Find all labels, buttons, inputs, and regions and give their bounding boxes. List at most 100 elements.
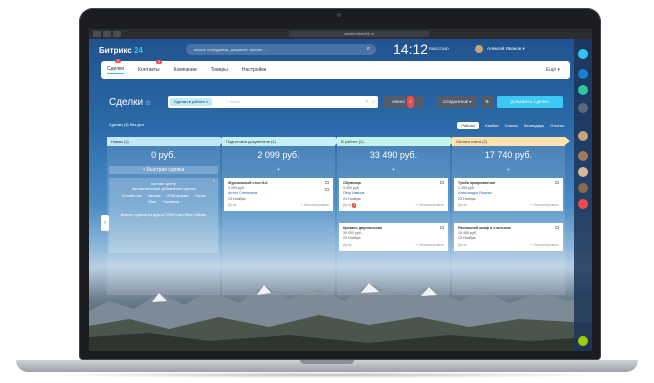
notifications-icon[interactable] <box>578 69 588 79</box>
column-header[interactable]: Подготовка документов (1) <box>222 137 340 146</box>
add-deal-column-button[interactable]: + <box>224 166 333 174</box>
created-button[interactable]: СОЗДАННЫЕ ▾ <box>437 96 477 108</box>
deal-card[interactable]: Журнальный стол №2 2 099 руб. Антон Слеп… <box>224 178 333 212</box>
add-deal-column-button[interactable]: + <box>454 166 563 174</box>
deal-footer: Дела + Запланировать <box>458 203 559 208</box>
clear-icon[interactable]: × <box>365 96 368 108</box>
deal-card[interactable]: Обувница 3 490 руб. Петр Иванов 23 Ноябр… <box>339 178 448 212</box>
phone-icon[interactable] <box>440 226 444 229</box>
menu-button[interactable]: МЕНЮ 2 <box>383 96 423 108</box>
deal-date: 23 Ноября <box>228 196 246 201</box>
column-header[interactable]: Новая (1) <box>107 137 225 146</box>
laptop-scene: vanillo.bitrix24.ru Битрикс 24 искать со… <box>0 0 654 383</box>
clock-time: 14:12 <box>393 41 429 57</box>
plan-link[interactable]: + Запланировать <box>530 203 559 208</box>
view-calendar[interactable]: Календарь <box>524 123 544 128</box>
deal-card[interactable]: Тумба прикроватная 2 260 руб. Александра… <box>454 178 563 212</box>
import-link[interactable]: Импорт сделок из других CRM или Office-т… <box>115 213 212 218</box>
quick-deal-button[interactable]: + Быстрая сделка <box>109 166 218 174</box>
menu-button-badge: 2 <box>407 96 414 108</box>
tab-deals-label: Сделки <box>107 66 125 72</box>
tab-contacts-badge: 3 <box>156 60 162 64</box>
phone-icon[interactable] <box>325 181 329 184</box>
tab-contacts[interactable]: Контакты 3 <box>138 60 162 73</box>
page-title: Сделки <box>109 97 144 108</box>
help-icon[interactable] <box>578 49 588 59</box>
plan-link[interactable]: + Запланировать <box>415 203 444 208</box>
more-menu[interactable]: Ещё ▾ <box>546 67 560 73</box>
view-kanban[interactable]: Канбан <box>485 123 498 128</box>
contact-avatar-icon[interactable] <box>578 131 588 141</box>
contact-avatar-icon[interactable] <box>578 199 588 209</box>
avatar <box>475 45 483 53</box>
deal-activities[interactable]: Дела <box>458 203 466 208</box>
top-bar: Битрикс 24 искать сотрудника, документ, … <box>89 39 574 61</box>
forward-button[interactable] <box>103 31 111 37</box>
search-panel-icon[interactable] <box>578 103 588 113</box>
contact-avatar-icon[interactable] <box>578 151 588 161</box>
view-list[interactable]: Список <box>505 123 518 128</box>
deal-date: 23 Ноября <box>343 236 361 241</box>
phone-icon[interactable] <box>555 181 559 184</box>
kanban-column: Новая (1) 0 руб. + Быстрая сделка × Конт… <box>107 137 225 295</box>
menu-button-label: МЕНЮ <box>392 99 406 104</box>
close-icon[interactable]: × <box>213 179 215 184</box>
back-button[interactable] <box>93 31 101 37</box>
view-works[interactable]: Работы <box>457 122 480 129</box>
activity-badge: 1 <box>352 202 357 209</box>
deal-activities[interactable]: Дела <box>343 243 351 248</box>
column-header[interactable]: В работе (2) <box>337 137 455 146</box>
sidebar-button[interactable] <box>113 31 121 37</box>
phone-icon[interactable] <box>578 336 588 346</box>
kanban-column: Подготовка документов (1) 2 099 руб. + Ж… <box>222 137 340 295</box>
chat-icon[interactable] <box>578 85 588 95</box>
filter-tag[interactable]: Сделки в работе × <box>170 98 213 106</box>
tab-deals-badge: 2 <box>115 59 121 63</box>
contact-avatar-icon[interactable] <box>578 167 588 177</box>
tab-settings[interactable]: Настройки <box>242 67 267 73</box>
phone-icon[interactable] <box>555 226 559 229</box>
laptop-notch <box>300 360 354 364</box>
search-icon[interactable]: ⌕ <box>372 96 375 108</box>
kanban-column: Оплата счета (2) 17 740 руб. + Тумба при… <box>452 137 570 295</box>
contact-center-promo: × Контакт-центр Автоматическое добавлени… <box>109 178 218 253</box>
deal-card[interactable]: Кровать двуспальная 30 000 руб. 23 Ноябр… <box>339 223 448 251</box>
deal-card[interactable]: Распашной шкаф в стильном 15 480 руб. 23… <box>454 223 563 251</box>
user-menu[interactable]: Алексей Иванов ▾ <box>475 45 525 53</box>
deal-activities[interactable]: Дела <box>228 203 236 208</box>
deal-activities[interactable]: Дела 1 <box>343 202 357 209</box>
plan-link[interactable]: + Запланировать <box>300 203 329 208</box>
filter-search[interactable]: Сделки в работе × + поиск × ⌕ <box>168 96 378 108</box>
app-logo[interactable]: Битрикс 24 <box>99 46 159 55</box>
channel-facebook[interactable]: Facebook <box>163 200 180 205</box>
deal-footer: Дела 1 + Запланировать <box>343 202 444 209</box>
view-reports[interactable]: Отчеты <box>550 123 564 128</box>
tab-deals[interactable]: Сделки 2 <box>107 59 125 74</box>
deals-counter[interactable]: Сделки (3) без дел <box>109 122 144 127</box>
star-icon[interactable]: ☆ <box>145 99 151 107</box>
search-input[interactable]: искать сотрудника, документ, прочее... ⌕ <box>186 44 376 55</box>
add-deal-column-button[interactable]: + <box>339 166 448 174</box>
laptop-shadow <box>40 372 614 378</box>
phone-icon[interactable] <box>440 181 444 184</box>
tab-companies[interactable]: Компании <box>174 67 197 73</box>
deal-footer: Дела + Запланировать <box>458 243 559 248</box>
add-deal-button[interactable]: ДОБАВИТЬ СДЕЛКУ <box>497 96 563 108</box>
mail-icon[interactable] <box>325 188 329 191</box>
channel-chat[interactable]: Онлайн-чат <box>121 194 142 199</box>
camera <box>337 13 341 17</box>
url-bar[interactable]: vanillo.bitrix24.ru <box>289 31 429 37</box>
work-status[interactable]: РАБОТАЮ <box>429 46 449 51</box>
plan-link[interactable]: + Запланировать <box>530 243 559 248</box>
deal-activities[interactable]: Дела <box>458 243 466 248</box>
screen: vanillo.bitrix24.ru Битрикс 24 искать со… <box>89 29 592 351</box>
column-header[interactable]: Оплата счета (2) <box>452 137 570 146</box>
settings-gear-icon[interactable]: ⚙ <box>481 96 493 108</box>
search-icon[interactable]: ⌕ <box>367 44 370 55</box>
channel-mail[interactable]: Почта <box>195 194 206 199</box>
channel-viber[interactable]: Viber <box>148 200 157 205</box>
tab-products[interactable]: Товары <box>211 67 228 73</box>
deal-date: 23 Ноября <box>343 196 361 201</box>
plan-link[interactable]: + Запланировать <box>415 243 444 248</box>
contact-avatar-icon[interactable] <box>578 183 588 193</box>
